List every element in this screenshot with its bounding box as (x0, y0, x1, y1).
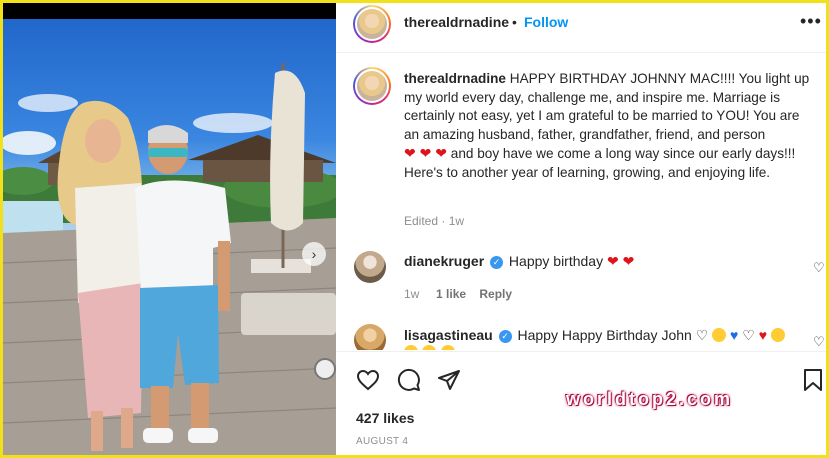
white-heart-emoji: ♡ (742, 327, 755, 343)
white-heart-emoji: ♡ (695, 327, 709, 343)
caption-hearts: ❤ ❤ ❤ (404, 145, 447, 161)
post-date[interactable]: AUGUST 4 (356, 436, 408, 447)
comment-username[interactable]: lisagastineau (404, 327, 493, 343)
kissing-face-emoji (712, 328, 727, 342)
instagram-post-card: › therealdrnadine • Follow ••• therealdr… (3, 3, 826, 455)
blue-heart-emoji: ♥ (730, 327, 739, 343)
comment-overflow-emojis (404, 344, 455, 350)
author-avatar[interactable] (353, 5, 391, 43)
comment-age: 1w (404, 287, 420, 301)
comment-meta: 1w 1 like Reply (404, 287, 512, 301)
post-header: therealdrnadine • Follow ••• (336, 3, 826, 53)
follow-button[interactable]: Follow (524, 14, 568, 30)
header-separator: • (512, 14, 517, 30)
comment-like-icon[interactable]: ♡ (813, 334, 825, 350)
comment-text: Happy birthday (508, 253, 604, 269)
comment-like-icon[interactable]: ♡ (813, 260, 825, 276)
photo-illustration (3, 63, 336, 455)
reply-button[interactable]: Reply (479, 287, 512, 301)
verified-badge-icon: ✓ (498, 330, 512, 343)
post-caption: therealdrnadine HAPPY BIRTHDAY JOHNNY MA… (404, 70, 812, 182)
comment-hearts: ❤ ❤ (606, 253, 635, 269)
comment-text: Happy Happy Birthday John (517, 327, 692, 343)
post-sidebar: therealdrnadine • Follow ••• therealdrna… (336, 3, 826, 455)
comments-section[interactable]: therealdrnadine HAPPY BIRTHDAY JOHNNY MA… (336, 54, 826, 350)
more-options-icon[interactable]: ••• (800, 11, 822, 32)
bookmark-icon[interactable] (802, 368, 824, 392)
commenter-avatar[interactable] (354, 324, 386, 350)
commenter-avatar[interactable] (354, 251, 386, 283)
comment-username[interactable]: dianekruger (404, 253, 484, 269)
caption-text-continued: and boy have we come a long way since ou… (404, 146, 796, 180)
red-heart-emoji: ♥ (758, 327, 768, 343)
post-photo[interactable]: › (3, 3, 336, 455)
like-count[interactable]: 427 likes (356, 410, 414, 426)
caption-username[interactable]: therealdrnadine (404, 71, 506, 86)
photo-top-bar (3, 3, 336, 19)
chevron-right-icon[interactable]: › (302, 242, 326, 266)
author-username[interactable]: therealdrnadine (404, 14, 509, 30)
edited-timestamp: Edited · 1w (404, 214, 465, 228)
comment-row: lisagastineau ✓ Happy Happy Birthday Joh… (404, 327, 785, 344)
comment-row: dianekruger ✓ Happy birthday ❤ ❤ (404, 253, 634, 270)
comment-like-count[interactable]: 1 like (436, 287, 466, 301)
paper-plane-icon[interactable] (437, 368, 461, 392)
caption-avatar[interactable] (353, 67, 391, 105)
verified-badge-icon: ✓ (490, 256, 504, 269)
heart-outline-icon[interactable] (356, 368, 380, 392)
kissing-face-emoji (770, 328, 785, 342)
watermark-text: worldtop2.com (566, 389, 734, 409)
comment-bubble-icon[interactable] (397, 368, 421, 392)
